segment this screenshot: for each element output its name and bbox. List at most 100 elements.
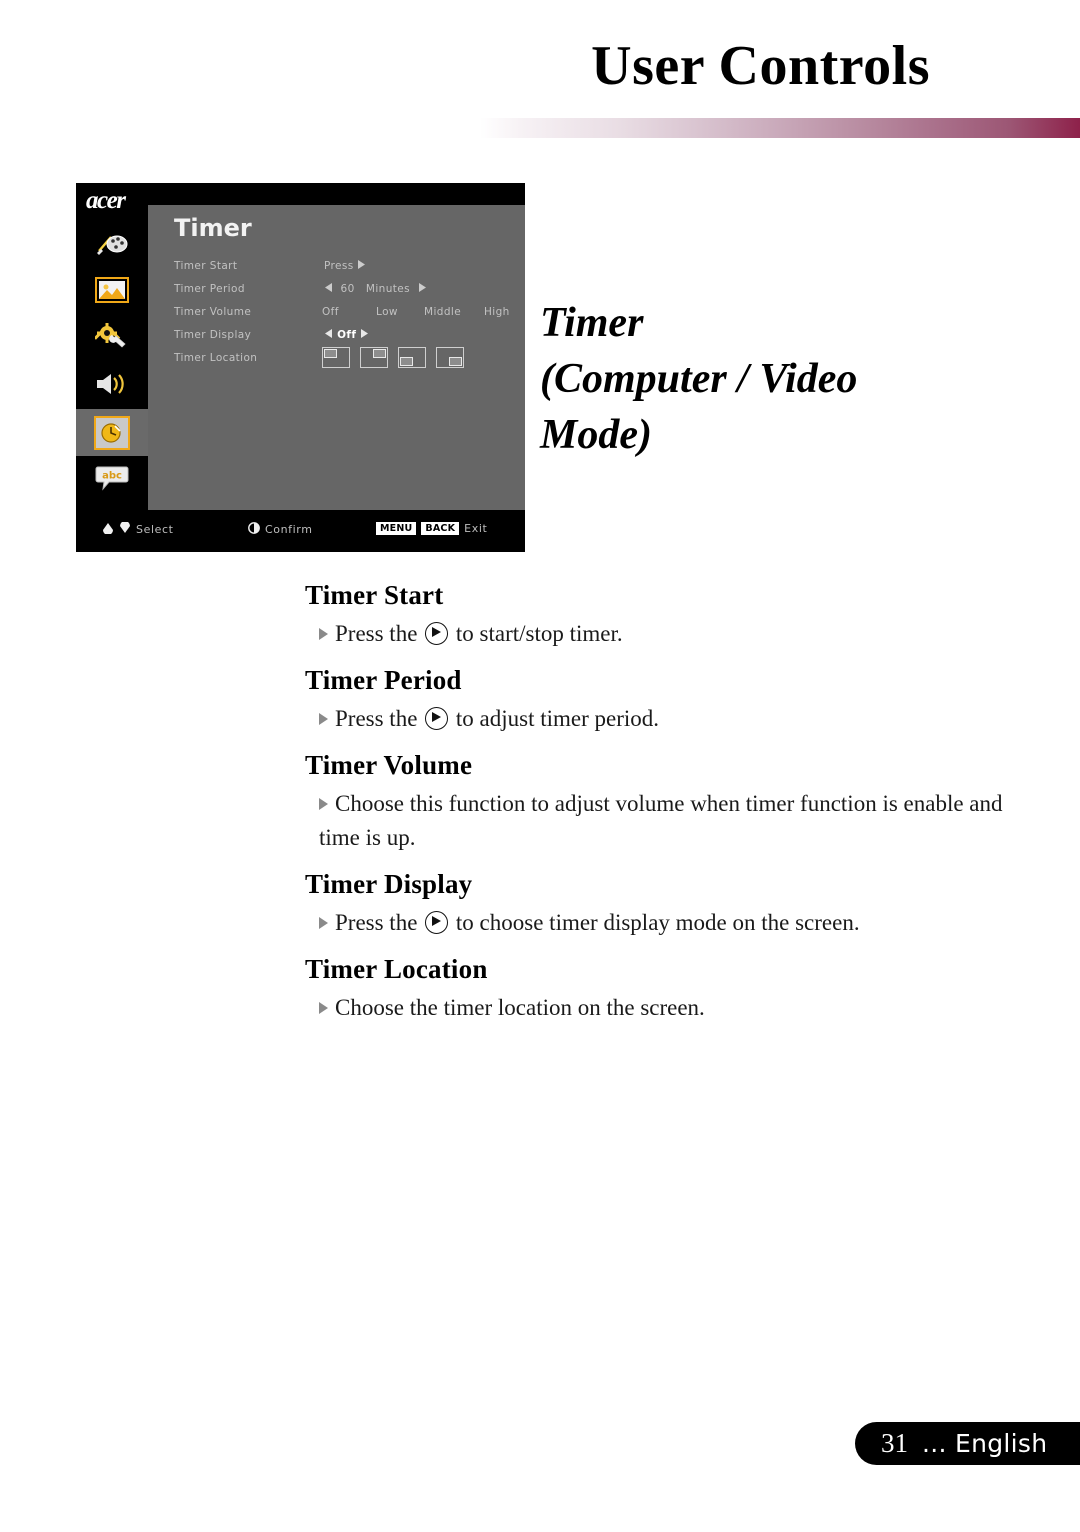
osd-panel: Timer Timer Start Press Timer Period 60 … [148, 205, 525, 510]
svg-text:abc: abc [102, 470, 122, 481]
footer-page-badge: 31 ... English [855, 1422, 1080, 1465]
osd-row-timer-volume[interactable]: Timer Volume Off Low Middle High [174, 303, 519, 326]
section-title: Timer (Computer / Video Mode) [540, 295, 960, 463]
right-button-icon [425, 622, 449, 645]
paragraph-text-before: Press the [335, 621, 418, 646]
osd-row-label: Timer Volume [174, 306, 252, 318]
osd-menu-rows: Timer Start Press Timer Period 60 Minute… [174, 257, 519, 379]
paragraph-timer-location: Choose the timer location on the screen. [305, 991, 1005, 1025]
paragraph-text-after: to choose timer display mode on the scre… [455, 910, 860, 935]
header-band-fade [0, 118, 1080, 138]
heading-timer-period: Timer Period [305, 665, 462, 695]
paragraph-text-before: Press the [335, 910, 418, 935]
sidebar-item-color[interactable] [76, 221, 148, 268]
paragraph-text-before: Press the [335, 706, 418, 731]
image-icon [95, 276, 129, 308]
right-button-icon [425, 707, 449, 730]
confirm-label: Confirm [265, 523, 313, 536]
heading-timer-volume: Timer Volume [305, 750, 473, 780]
menu-key[interactable]: MENU [376, 522, 417, 535]
section-title-line2: (Computer / Video [540, 356, 858, 402]
arrow-left-icon[interactable] [324, 329, 333, 341]
volume-option-off[interactable]: Off [322, 306, 339, 318]
osd-exit-hint: MENU BACK Exit [376, 522, 487, 535]
exit-label: Exit [464, 522, 488, 535]
page-header-band: User Controls acer [0, 0, 1080, 138]
location-bottom-left-icon[interactable] [398, 347, 426, 368]
osd-row-value: Off [324, 329, 369, 341]
volume-option-low[interactable]: Low [376, 306, 398, 318]
arrow-right-icon[interactable] [357, 260, 366, 272]
color-palette-icon [95, 230, 129, 260]
location-top-left-icon[interactable] [322, 347, 350, 368]
osd-value-number: 60 [340, 283, 355, 295]
footer-language: ... English [922, 1429, 1048, 1458]
osd-row-value: 60 Minutes [324, 283, 427, 295]
sidebar-item-timer[interactable] [76, 409, 148, 456]
back-key[interactable]: BACK [421, 522, 460, 535]
bullet-triangle-icon [319, 1002, 328, 1014]
osd-bottom-bar: Select Confirm MENU BACK Exit [76, 510, 525, 552]
heading-timer-location: Timer Location [305, 954, 488, 984]
sidebar-item-audio[interactable] [76, 362, 148, 409]
paragraph-text-after: to adjust timer period. [455, 706, 660, 731]
speaker-volume-icon [94, 371, 130, 401]
arrow-up-icon [102, 522, 114, 537]
bullet-triangle-icon [319, 628, 328, 640]
bullet-triangle-icon [319, 798, 328, 810]
page-title: User Controls [591, 35, 930, 97]
speech-bubble-abc-icon: abc [95, 464, 129, 496]
acer-logo: acer [967, 7, 1040, 56]
volume-option-high[interactable]: High [484, 306, 510, 318]
osd-menu-title: Timer [174, 214, 252, 242]
paragraph-text-after: to start/stop timer. [455, 621, 623, 646]
gear-wrench-icon [93, 322, 129, 355]
osd-row-timer-start[interactable]: Timer Start Press [174, 257, 519, 280]
osd-row-timer-period[interactable]: Timer Period 60 Minutes [174, 280, 519, 303]
osd-value-text: Press [324, 260, 354, 272]
heading-timer-start: Timer Start [305, 580, 444, 610]
osd-select-hint: Select [102, 521, 174, 537]
osd-sidebar: abc [76, 221, 148, 510]
osd-confirm-hint: Confirm [248, 522, 313, 537]
sidebar-item-image[interactable] [76, 268, 148, 315]
paragraph-timer-volume: Choose this function to adjust volume wh… [305, 787, 1005, 855]
osd-row-label: Timer Location [174, 352, 258, 364]
volume-option-middle[interactable]: Middle [424, 306, 461, 318]
arrow-right-icon[interactable] [418, 283, 427, 295]
arrow-right-icon[interactable] [360, 329, 369, 341]
paragraph-timer-period: Press the to adjust timer period. [305, 702, 1005, 736]
section-title-line1: Timer [540, 300, 644, 346]
heading-timer-display: Timer Display [305, 869, 473, 899]
paragraph-timer-display: Press the to choose timer display mode o… [305, 906, 1005, 940]
content-body: Timer Start Press the to start/stop time… [305, 580, 1005, 1039]
location-top-right-icon[interactable] [360, 347, 388, 368]
arrow-down-icon [119, 521, 131, 537]
right-button-icon [425, 911, 449, 934]
section-title-line3: Mode) [540, 412, 652, 458]
paragraph-timer-start: Press the to start/stop timer. [305, 617, 1005, 651]
paragraph-text-before: Choose this function to adjust volume wh… [319, 791, 1003, 850]
osd-row-label: Timer Start [174, 260, 238, 272]
sidebar-item-setting[interactable] [76, 315, 148, 362]
osd-row-label: Timer Display [174, 329, 252, 341]
osd-row-timer-location[interactable]: Timer Location [174, 347, 519, 379]
select-label: Select [136, 523, 174, 536]
osd-value-unit: Minutes [365, 283, 411, 295]
osd-screenshot: acer abc Timer Timer Start Press Timer P… [76, 183, 525, 552]
sidebar-item-language[interactable]: abc [76, 456, 148, 503]
timer-location-options [322, 347, 464, 368]
half-circle-icon [248, 522, 260, 537]
page-number: 31 [881, 1428, 908, 1458]
osd-value-text: Off [337, 329, 357, 341]
clock-timer-icon [94, 415, 130, 450]
bullet-triangle-icon [319, 917, 328, 929]
osd-row-value: Press [324, 260, 366, 272]
paragraph-text-before: Choose the timer location on the screen. [335, 995, 705, 1020]
osd-row-label: Timer Period [174, 283, 245, 295]
osd-acer-logo: acer [86, 187, 126, 214]
location-bottom-right-icon[interactable] [436, 347, 464, 368]
arrow-left-icon[interactable] [324, 283, 333, 295]
osd-row-timer-display[interactable]: Timer Display Off [174, 326, 519, 349]
bullet-triangle-icon [319, 713, 328, 725]
